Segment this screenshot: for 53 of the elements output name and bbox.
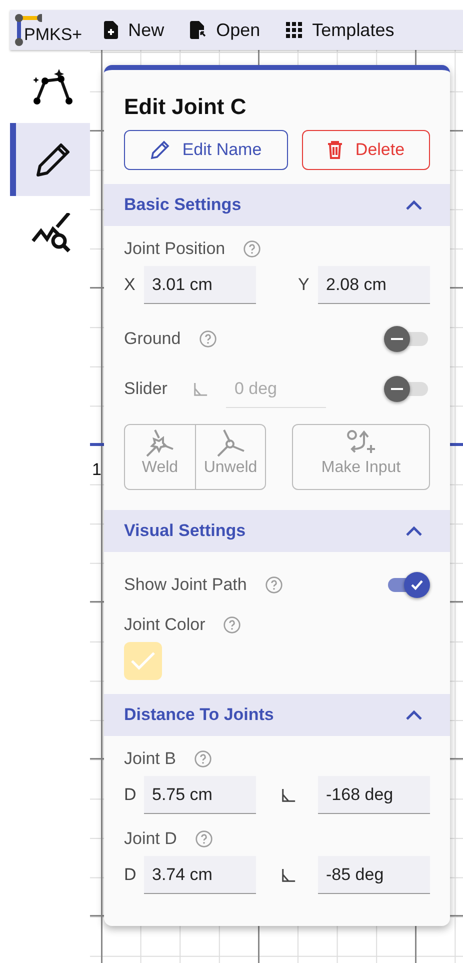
app-logo-text: PMKS+ bbox=[24, 26, 82, 46]
pencil-icon bbox=[150, 140, 170, 160]
delete-button[interactable]: Delete bbox=[302, 130, 430, 170]
check-icon bbox=[130, 650, 156, 672]
distance-field[interactable]: 3.74 cm bbox=[144, 856, 256, 894]
distance-field[interactable]: 5.75 cm bbox=[144, 776, 256, 814]
weld-joint-icon bbox=[145, 429, 175, 457]
axis-label: 1 bbox=[92, 460, 102, 480]
field-prefix: D bbox=[124, 785, 136, 805]
field-label: Joint D bbox=[124, 829, 177, 849]
help-icon[interactable] bbox=[264, 576, 283, 594]
input-field[interactable]: 2.08 cm bbox=[318, 266, 430, 304]
help-icon[interactable] bbox=[194, 750, 212, 768]
color-swatch[interactable] bbox=[124, 642, 162, 680]
file-icon bbox=[190, 21, 206, 39]
toggle-label: Ground bbox=[124, 328, 181, 350]
toggle-switch[interactable] bbox=[384, 324, 430, 354]
angle-icon bbox=[193, 382, 208, 396]
field-label: Joint Position bbox=[124, 239, 226, 259]
toggle-label: Show Joint Path bbox=[124, 574, 247, 596]
angle-icon bbox=[281, 868, 296, 882]
section-header[interactable]: Distance To Joints bbox=[104, 694, 450, 736]
field-prefix: X bbox=[124, 275, 136, 295]
chevron-icon bbox=[406, 526, 422, 536]
toolbar-button[interactable]: New bbox=[94, 16, 174, 44]
toggle-label: Slider bbox=[124, 378, 168, 400]
input-field[interactable]: 3.01 cm bbox=[144, 266, 256, 304]
angle-field[interactable]: -85 deg bbox=[318, 856, 430, 894]
pencil-icon bbox=[34, 140, 72, 178]
section-header[interactable]: Basic Settings bbox=[104, 184, 450, 226]
help-icon[interactable] bbox=[223, 616, 242, 634]
trash-icon bbox=[327, 141, 344, 159]
field-prefix: D bbox=[124, 865, 136, 885]
help-icon[interactable] bbox=[243, 240, 262, 258]
field-label: Joint B bbox=[124, 749, 176, 769]
field-label: Joint Color bbox=[124, 615, 206, 635]
sidebar-tab[interactable] bbox=[10, 123, 90, 196]
joint-icon bbox=[216, 429, 246, 457]
toolbar-button[interactable]: Open bbox=[180, 16, 270, 44]
chevron-icon bbox=[406, 200, 422, 210]
angle-icon bbox=[281, 788, 296, 802]
edit-name-button[interactable]: Edit Name bbox=[124, 130, 288, 170]
linkage-sparkle-icon bbox=[33, 68, 73, 104]
new-file-icon bbox=[104, 21, 118, 39]
chevron-icon bbox=[406, 710, 422, 720]
section-header[interactable]: Visual Settings bbox=[104, 510, 450, 552]
angle-field[interactable]: -168 deg bbox=[318, 776, 430, 814]
panel-title: Edit Joint C bbox=[123, 93, 248, 121]
help-icon[interactable] bbox=[198, 330, 217, 348]
field-prefix: Y bbox=[298, 275, 310, 295]
grid-icon bbox=[286, 22, 302, 38]
help-icon[interactable] bbox=[194, 830, 213, 848]
toolbar-button[interactable]: Templates bbox=[276, 16, 404, 44]
